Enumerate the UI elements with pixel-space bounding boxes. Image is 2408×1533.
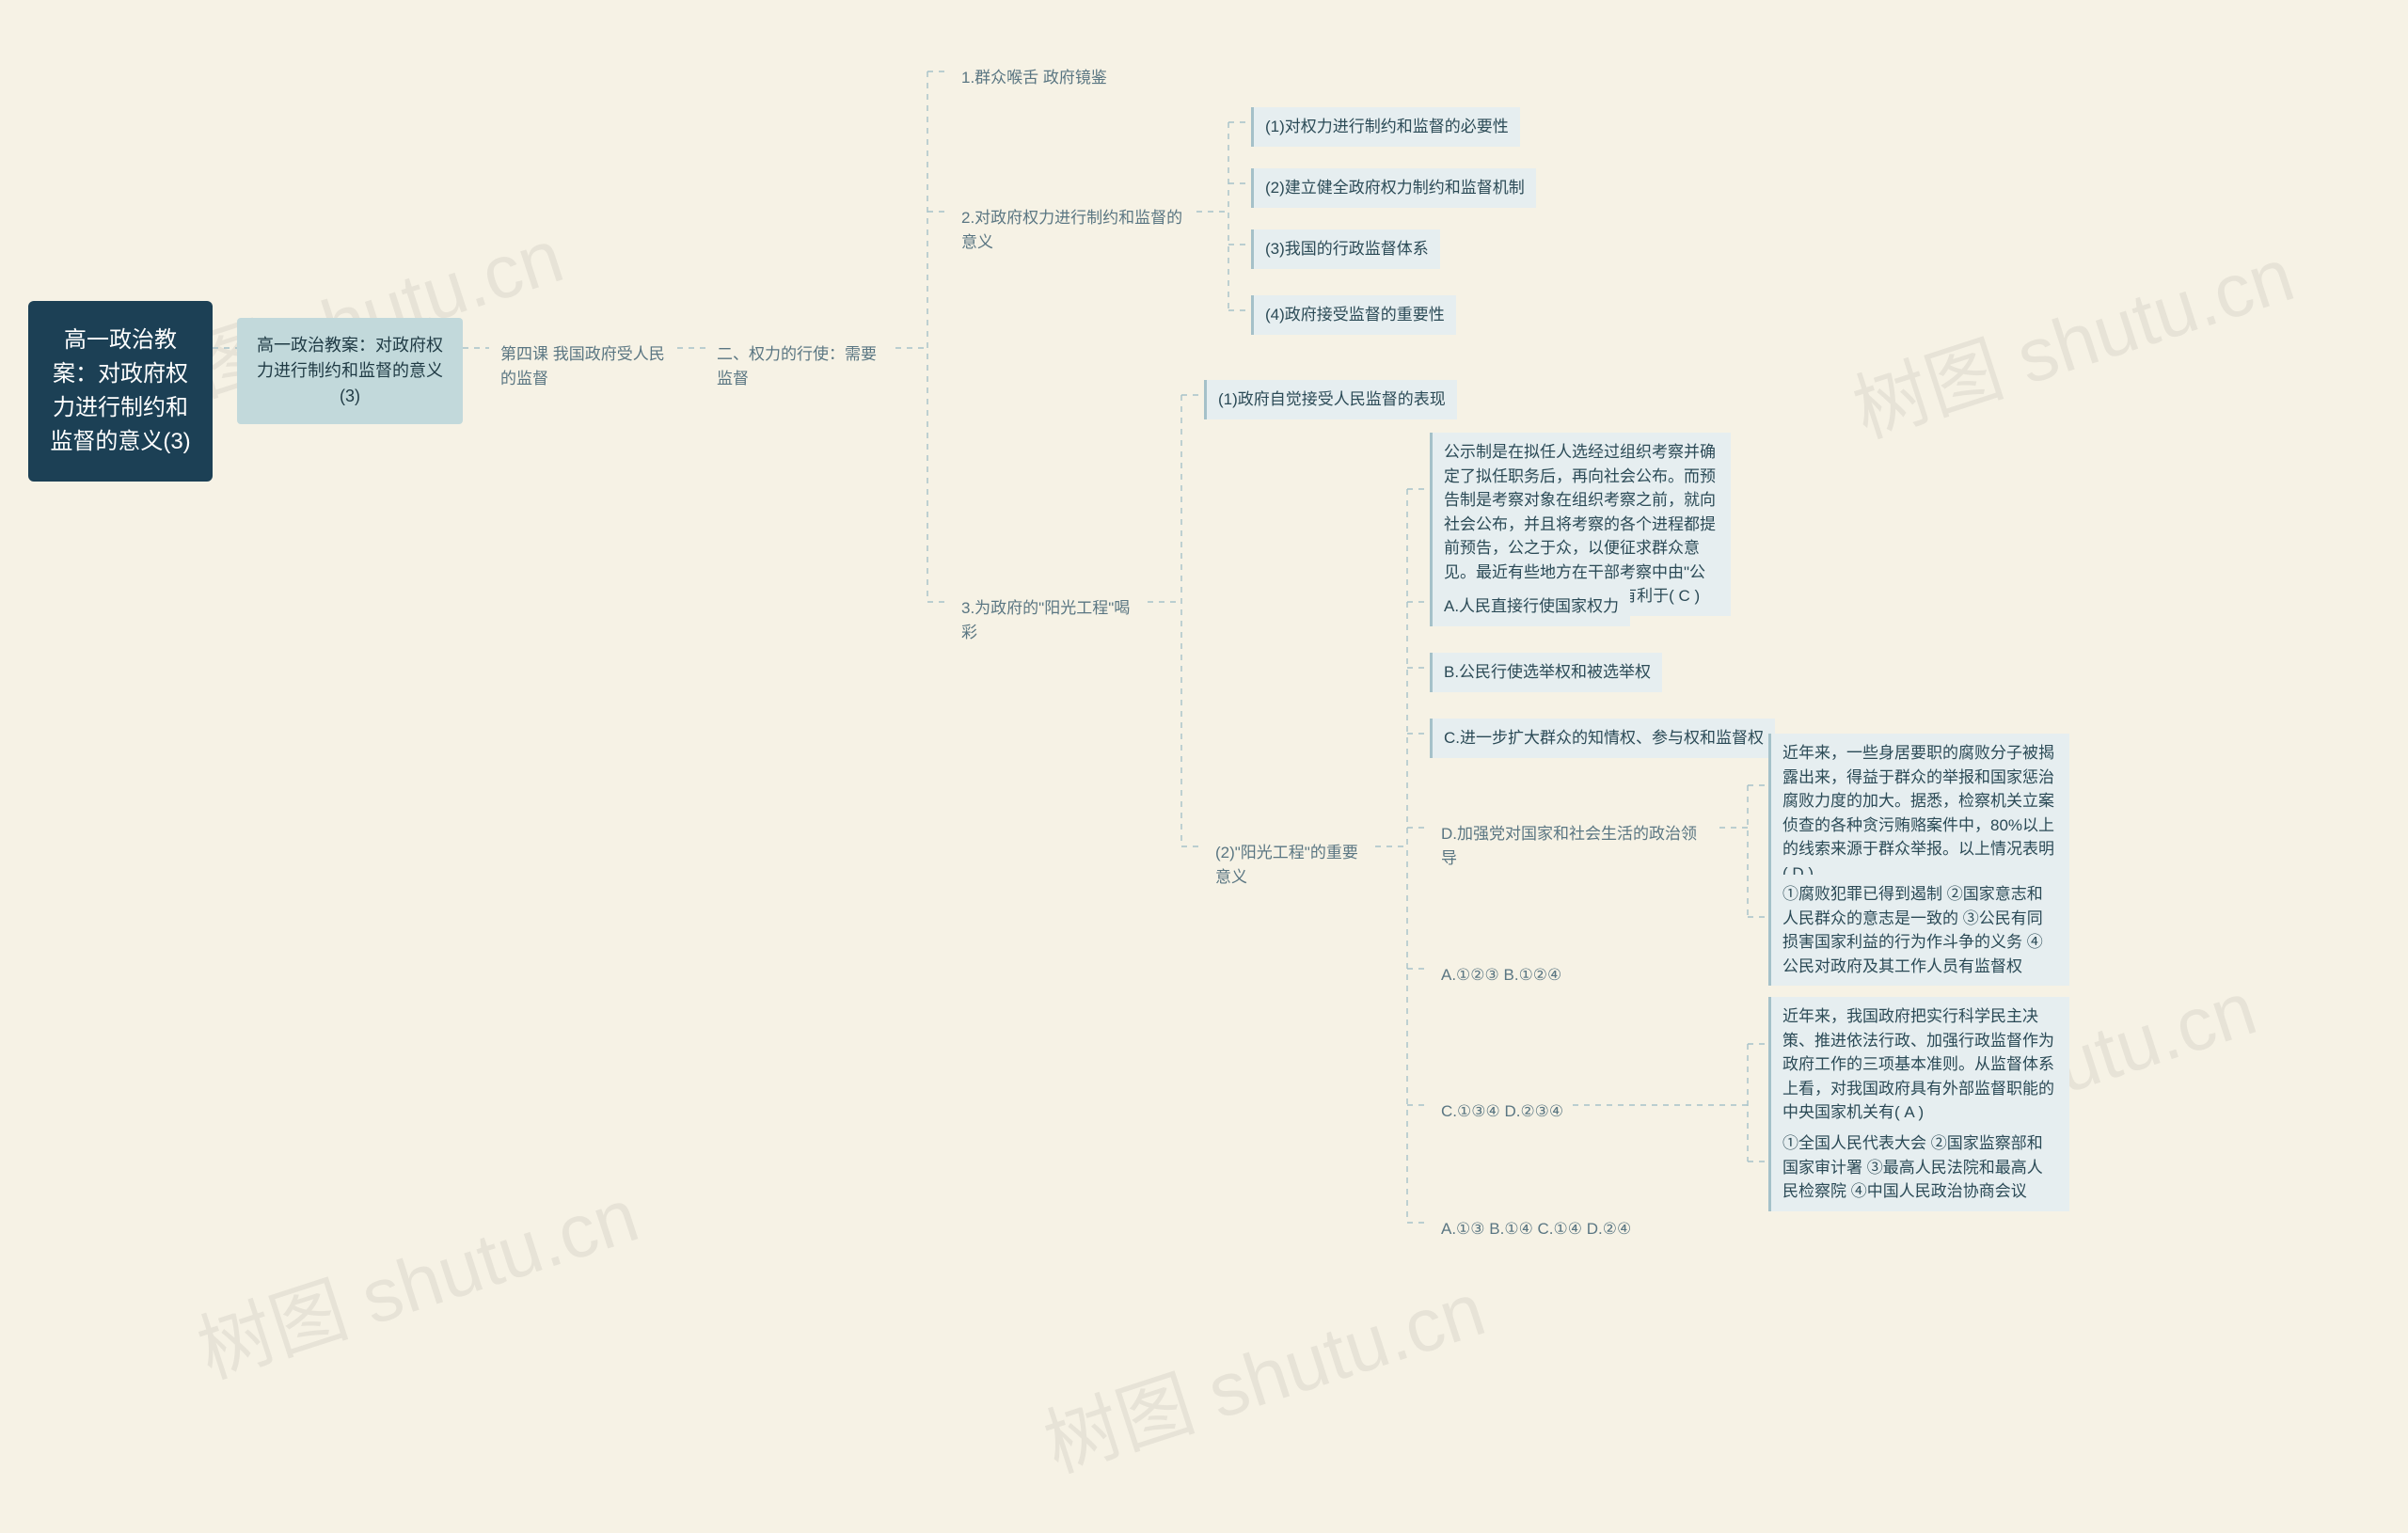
lesson-node: 第四课 我国政府受人民的监督 — [489, 335, 687, 398]
b3-2-d-node: D.加强党对国家和社会生活的政治领导 — [1430, 814, 1721, 877]
b3-node: 3.为政府的"阳光工程"喝彩 — [950, 589, 1157, 652]
b3-2-c-node: C.进一步扩大群众的知情权、参与权和监督权 — [1430, 719, 1775, 758]
b3-2-a-node: A.人民直接行使国家权力 — [1430, 587, 1630, 626]
b3-2-node: (2)"阳光工程"的重要意义 — [1204, 833, 1383, 896]
b3-2-b-node: B.公民行使选举权和被选举权 — [1430, 653, 1662, 692]
sub1-node: 高一政治教案：对政府权力进行制约和监督的意义(3) — [237, 318, 463, 424]
ans-ab-node: A.①②③ B.①②④ — [1430, 956, 1573, 995]
root-node: 高一政治教案：对政府权力进行制约和监督的意义(3) — [28, 301, 213, 482]
b1-node: 1.群众喉舌 政府镜鉴 — [950, 58, 1118, 98]
b3-2-d-opts-node: ①腐败犯罪已得到遏制 ②国家意志和人民群众的意志是一致的 ③公民有同损害国家利益… — [1768, 875, 2069, 986]
b2-1-node: (1)对权力进行制约和监督的必要性 — [1251, 107, 1520, 147]
watermark: 树图 shutu.cn — [1029, 1249, 1497, 1493]
section2-node: 二、权力的行使：需要监督 — [705, 335, 903, 398]
ans-final-node: A.①③ B.①④ C.①④ D.②④ — [1430, 1209, 1642, 1249]
ans-cd-node: C.①③④ D.②③④ — [1430, 1092, 1575, 1131]
b3-1-node: (1)政府自觉接受人民监督的表现 — [1204, 380, 1457, 419]
b2-4-node: (4)政府接受监督的重要性 — [1251, 295, 1456, 335]
ans-cd-q-node: 近年来，我国政府把实行科学民主决策、推进依法行政、加强行政监督作为政府工作的三项… — [1768, 997, 2069, 1132]
b2-node: 2.对政府权力进行制约和监督的意义 — [950, 198, 1204, 261]
b2-3-node: (3)我国的行政监督体系 — [1251, 229, 1440, 269]
ans-cd-opts-node: ①全国人民代表大会 ②国家监察部和国家审计署 ③最高人民法院和最高人民检察院 ④… — [1768, 1124, 2069, 1211]
watermark: 树图 shutu.cn — [1838, 214, 2305, 459]
b2-2-node: (2)建立健全政府权力制约和监督机制 — [1251, 168, 1536, 208]
b3-2-d-q-node: 近年来，一些身居要职的腐败分子被揭露出来，得益于群众的举报和国家惩治腐败力度的加… — [1768, 734, 2069, 893]
watermark: 树图 shutu.cn — [182, 1155, 650, 1399]
